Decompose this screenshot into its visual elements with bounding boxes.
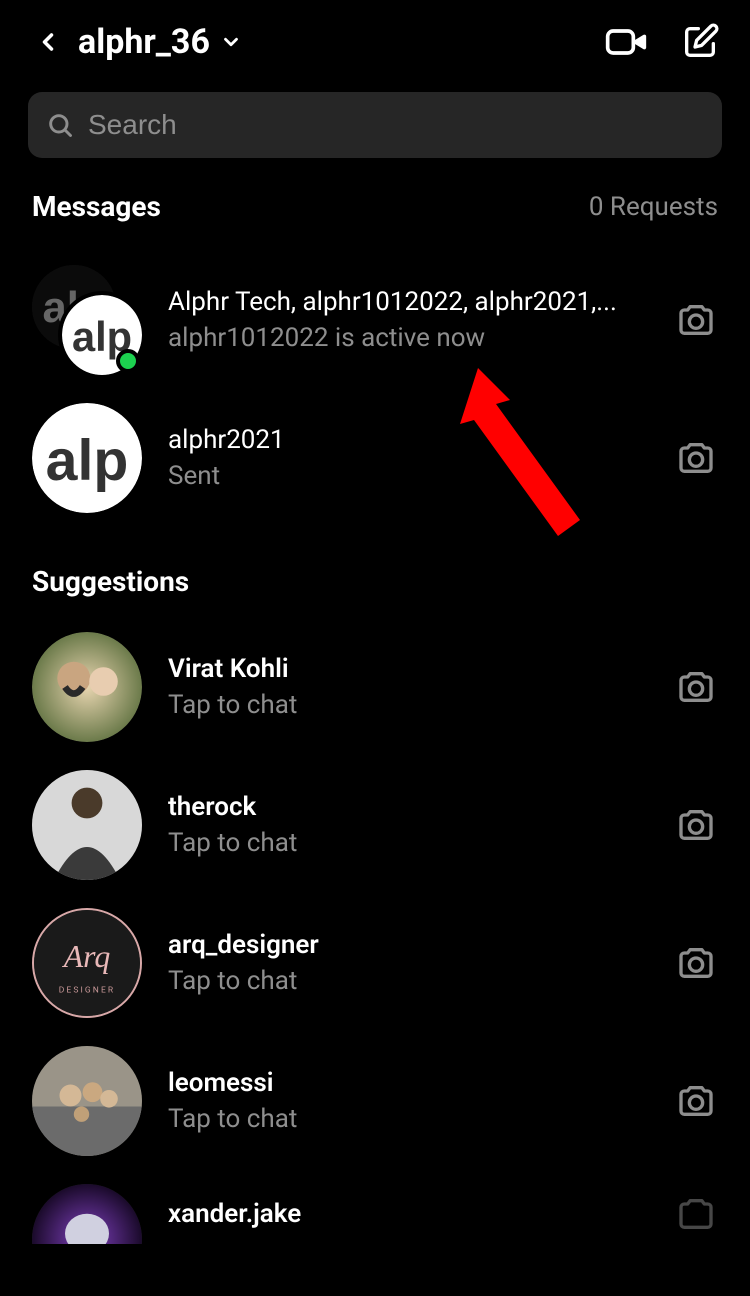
header-username: alphr_36: [78, 22, 210, 62]
suggestions-heading: Suggestions: [0, 527, 750, 618]
svg-text:Arq: Arq: [62, 939, 111, 974]
suggestion-title: xander.jake: [168, 1199, 648, 1229]
message-subtitle: Sent: [168, 461, 648, 491]
message-row[interactable]: alp alp Alphr Tech, alphr1012022, alphr2…: [0, 251, 750, 389]
avatar: [32, 1046, 142, 1156]
suggestion-row[interactable]: leomessi Tap to chat: [0, 1032, 750, 1170]
avatar: [32, 770, 142, 880]
camera-button[interactable]: [674, 665, 718, 709]
suggestion-row[interactable]: therock Tap to chat: [0, 756, 750, 894]
camera-button[interactable]: [674, 803, 718, 847]
chevron-left-icon: [34, 23, 62, 61]
suggestion-title: arq_designer: [168, 930, 648, 960]
camera-button[interactable]: [674, 1079, 718, 1123]
suggestion-row[interactable]: xander.jake: [0, 1170, 750, 1244]
svg-text:alp: alp: [46, 429, 129, 493]
suggestion-title: leomessi: [168, 1068, 648, 1098]
suggestion-row[interactable]: Arq DESIGNER arq_designer Tap to chat: [0, 894, 750, 1032]
suggestion-title: Virat Kohli: [168, 654, 648, 684]
chevron-down-icon: [220, 31, 242, 53]
avatar: Arq DESIGNER: [32, 908, 142, 1018]
search-icon: [46, 111, 74, 139]
video-call-button[interactable]: [604, 20, 648, 64]
message-title: Alphr Tech, alphr1012022, alphr2021,...: [168, 287, 648, 317]
camera-icon: [676, 943, 716, 983]
message-title: alphr2021: [168, 425, 648, 455]
search-bar[interactable]: [28, 92, 722, 158]
search-input[interactable]: [88, 109, 704, 141]
camera-button[interactable]: [674, 298, 718, 342]
camera-icon: [676, 438, 716, 478]
avatar: [32, 632, 142, 742]
messages-heading: Messages: [32, 190, 161, 223]
suggestion-row[interactable]: Virat Kohli Tap to chat: [0, 618, 750, 756]
suggestion-subtitle: Tap to chat: [168, 1104, 648, 1134]
camera-icon: [676, 805, 716, 845]
video-icon: [604, 20, 648, 64]
active-indicator: [116, 349, 140, 373]
message-row[interactable]: alp alphr2021 Sent: [0, 389, 750, 527]
suggestion-subtitle: Tap to chat: [168, 690, 648, 720]
camera-icon: [676, 667, 716, 707]
compose-button[interactable]: [678, 20, 722, 64]
camera-icon: [676, 300, 716, 340]
avatar: alp alp: [32, 265, 142, 375]
avatar: [32, 1184, 142, 1244]
camera-button[interactable]: [674, 1192, 718, 1236]
camera-icon: [676, 1194, 716, 1234]
message-subtitle: alphr1012022 is active now: [168, 323, 648, 353]
suggestion-subtitle: Tap to chat: [168, 966, 648, 996]
compose-icon: [680, 22, 720, 62]
camera-button[interactable]: [674, 436, 718, 480]
requests-link[interactable]: 0 Requests: [589, 192, 718, 222]
avatar: alp: [32, 403, 142, 513]
camera-button[interactable]: [674, 941, 718, 985]
account-switcher[interactable]: alphr_36: [78, 22, 594, 62]
back-button[interactable]: [28, 22, 68, 62]
suggestion-subtitle: Tap to chat: [168, 828, 648, 858]
svg-text:DESIGNER: DESIGNER: [59, 986, 116, 996]
suggestion-title: therock: [168, 792, 648, 822]
camera-icon: [676, 1081, 716, 1121]
